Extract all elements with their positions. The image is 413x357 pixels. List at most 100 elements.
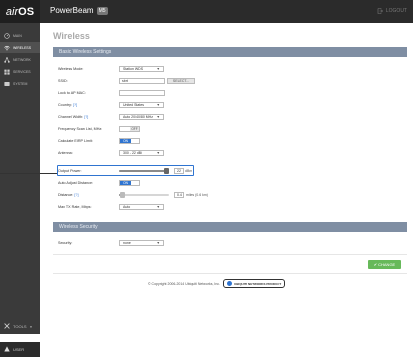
label-text: Calculate EIRP Limit: — [58, 139, 93, 143]
sidebar-item-label: NETWORK — [13, 57, 31, 62]
chevron-down-icon: ▼ — [29, 324, 33, 329]
distance-unit: miles (0.6 km) — [186, 193, 208, 197]
sidebar-item-services[interactable]: SERVICES — [0, 66, 40, 77]
ssid-input[interactable]: sbrt — [119, 78, 165, 84]
info-icon[interactable]: [?] — [84, 115, 88, 119]
checkmark-icon: ✔ — [373, 262, 378, 267]
section-wireless-security: Wireless Security — [53, 222, 407, 232]
country-select[interactable]: United States ▼ — [119, 102, 164, 108]
product-title: PowerBeam M5 — [50, 6, 108, 15]
label-text: Country: — [58, 103, 72, 107]
sidebar-item-label: WIRELESS — [13, 45, 32, 50]
footer: © Copyright 2006-2014 Ubiquiti Networks,… — [148, 279, 286, 288]
label-text: Security: — [58, 241, 73, 245]
select-value: none — [123, 241, 131, 245]
label-text: Wireless Mode: — [58, 67, 84, 71]
logo-prefix: air — [5, 5, 19, 18]
distance-slider[interactable] — [119, 192, 169, 198]
toggle-on-label: ON — [120, 139, 131, 143]
ubiquiti-icon — [227, 281, 233, 286]
label-text: Output Power: — [58, 169, 82, 173]
wireless-mode-select[interactable]: Station WDS ▼ — [119, 66, 164, 72]
tools-menu[interactable]: TOOLS ▼ — [4, 323, 32, 330]
output-power-slider[interactable] — [119, 168, 169, 174]
sidebar-item-label: SYSTEM — [13, 81, 28, 86]
divider — [53, 273, 407, 274]
output-power-unit: dBm — [185, 169, 193, 173]
output-power-input[interactable]: 22 — [174, 168, 184, 174]
slider-handle[interactable] — [119, 192, 125, 198]
antenna-select[interactable]: 300 - 22 dBi ▼ — [119, 150, 164, 156]
gauge-icon — [4, 32, 10, 39]
caret-down-icon: ▼ — [156, 67, 160, 71]
top-bar: air OS PowerBeam M5 LOGOUT — [0, 0, 413, 23]
label-text: Max TX Rate, Mbps: — [58, 205, 92, 209]
security-label: Security: — [58, 239, 72, 247]
sidebar-item-system[interactable]: SYSTEM — [0, 78, 40, 89]
sidebar-item-main[interactable]: MAIN — [0, 30, 40, 41]
logout-icon — [377, 8, 383, 14]
freq-scan-toggle[interactable]: OFF — [119, 126, 140, 132]
select-value: Station WDS — [123, 67, 144, 71]
security-select[interactable]: none ▼ — [119, 240, 164, 246]
sidebar-item-label: MAIN — [13, 33, 22, 38]
sidebar-item-wireless[interactable]: WIRELESS — [0, 42, 40, 53]
auto-distance-toggle[interactable]: ON — [119, 180, 140, 186]
select-value: United States — [123, 103, 145, 107]
airos-logo: air OS — [0, 0, 40, 23]
eirp-toggle[interactable]: ON — [119, 138, 140, 144]
ssid-select-button[interactable]: SELECT... — [167, 78, 195, 84]
freq-scan-label: Frequency Scan List, MHz: — [58, 125, 102, 133]
network-icon — [4, 56, 10, 63]
button-label: CHANGE — [378, 262, 396, 267]
tools-label: TOOLS — [13, 324, 27, 329]
slider-fill — [119, 170, 167, 172]
caret-down-icon: ▼ — [156, 241, 160, 245]
input-value: 0.4 — [177, 193, 182, 197]
section-basic-wireless: Basic Wireless Settings — [53, 47, 407, 57]
label-text: Frequency Scan List, MHz: — [58, 127, 103, 131]
page-title: Wireless — [53, 31, 90, 41]
max-tx-select[interactable]: Auto ▼ — [119, 204, 164, 210]
sidebar-item-network[interactable]: NETWORK — [0, 54, 40, 65]
user-label: USER — [13, 347, 25, 352]
info-icon[interactable]: [?] — [74, 193, 78, 197]
slider-handle[interactable] — [164, 168, 169, 174]
user-menu[interactable]: USER — [0, 342, 40, 357]
change-button[interactable]: ✔ CHANGE — [368, 260, 401, 269]
ubiquiti-logo: UBIQUITI NETWORKS PRODUCT — [223, 279, 286, 288]
toggle-off-label: OFF — [130, 127, 139, 131]
pointer-line — [0, 173, 57, 174]
input-value: 22 — [177, 169, 181, 173]
system-icon — [4, 81, 10, 87]
ssid-label: SSID: — [58, 77, 68, 85]
toggle-on-label: ON — [120, 181, 131, 185]
tools-icon — [4, 323, 10, 330]
product-badge: M5 — [96, 6, 108, 15]
select-value: 300 - 22 dBi — [123, 151, 142, 155]
caret-down-icon: ▼ — [156, 205, 160, 209]
info-icon[interactable]: [?] — [73, 103, 77, 107]
lock-ap-mac-input[interactable] — [119, 90, 165, 96]
distance-label: Distance: [?] — [58, 191, 78, 199]
label-text: Lock to AP MAC: — [58, 91, 86, 95]
logo-suffix: OS — [18, 5, 35, 18]
antenna-label: Antenna: — [58, 149, 73, 157]
label-text: Antenna: — [58, 151, 73, 155]
sidebar: MAIN WIRELESS NETWORK SERVICES SYSTEM TO… — [0, 23, 40, 357]
lock-ap-label: Lock to AP MAC: — [58, 89, 86, 97]
section-title: Basic Wireless Settings — [59, 49, 112, 55]
logout-button[interactable]: LOGOUT — [377, 8, 407, 14]
services-icon — [4, 69, 10, 75]
label-text: Channel Width: — [58, 115, 84, 119]
select-value: Auto 20/40/80 MHz — [123, 115, 153, 119]
select-value: Auto — [123, 205, 131, 209]
distance-input[interactable]: 0.4 — [174, 192, 184, 198]
channel-width-select[interactable]: Auto 20/40/80 MHz ▼ — [119, 114, 164, 120]
label-text: Distance: — [58, 193, 74, 197]
output-power-label: Output Power: — [58, 167, 82, 175]
country-label: Country: [?] — [58, 101, 77, 109]
max-tx-label: Max TX Rate, Mbps: — [58, 203, 92, 211]
toggle-blank — [131, 181, 139, 185]
channel-width-label: Channel Width: [?] — [58, 113, 88, 121]
